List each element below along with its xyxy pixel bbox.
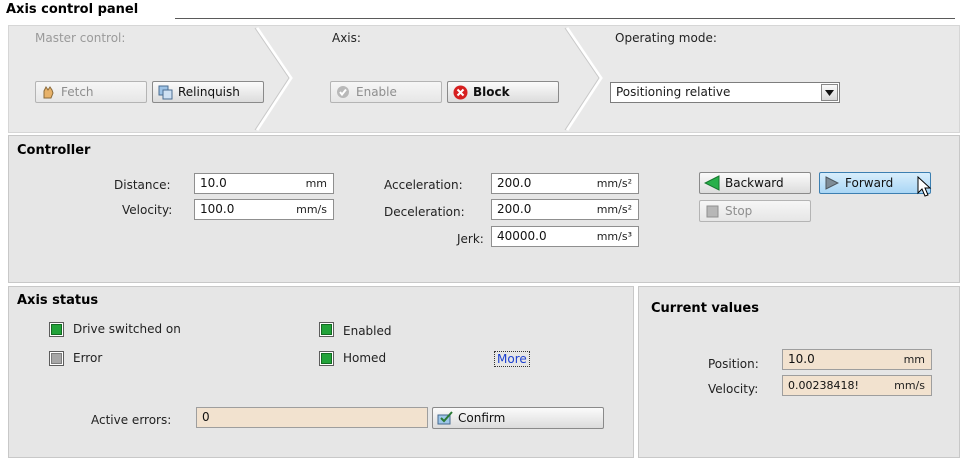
velocity-unit: mm/s <box>296 203 327 216</box>
check-icon <box>335 84 351 100</box>
position-label: Position: <box>708 357 759 371</box>
controller-panel: Controller Distance: 10.0 mm Velocity: 1… <box>8 135 960 283</box>
distance-unit: mm <box>305 177 327 190</box>
active-errors-value: 0 <box>202 410 210 424</box>
drive-switched-on-label: Drive switched on <box>73 322 181 336</box>
axis-label: Axis: <box>332 31 361 45</box>
fetch-label: Fetch <box>61 85 94 99</box>
relinquish-label: Relinquish <box>178 85 240 99</box>
forward-button[interactable]: Forward <box>819 172 931 194</box>
homed-label: Homed <box>343 351 387 365</box>
error-label: Error <box>73 351 103 365</box>
acceleration-unit: mm/s² <box>596 177 632 190</box>
backward-button[interactable]: Backward <box>699 172 811 194</box>
current-values-panel: Current values Position: 10.0 mm Velocit… <box>638 286 960 458</box>
more-link[interactable]: More <box>494 351 530 367</box>
current-velocity-value: 0.00238418! <box>788 379 859 392</box>
drive-switched-on-lamp <box>49 322 64 337</box>
acceleration-label: Acceleration: <box>384 178 463 192</box>
chevron-down-icon[interactable] <box>821 84 838 101</box>
deceleration-unit: mm/s² <box>596 203 632 216</box>
confirm-icon <box>437 410 453 426</box>
velocity-field[interactable]: 100.0 mm/s <box>194 199 334 220</box>
current-velocity-label: Velocity: <box>708 382 759 396</box>
confirm-button[interactable]: Confirm <box>432 407 604 429</box>
stop-button[interactable]: Stop <box>699 200 811 222</box>
acceleration-value: 200.0 <box>497 176 532 190</box>
jerk-field[interactable]: 40000.0 mm/s³ <box>491 226 639 247</box>
controller-heading: Controller <box>17 143 91 158</box>
mouse-cursor-icon <box>917 176 932 197</box>
fetch-button[interactable]: Fetch <box>35 81 147 103</box>
deceleration-field[interactable]: 200.0 mm/s² <box>491 199 639 220</box>
enabled-label: Enabled <box>343 324 392 338</box>
active-errors-label: Active errors: <box>91 413 172 427</box>
velocity-value: 100.0 <box>200 202 235 216</box>
relinquish-icon <box>157 84 173 100</box>
axis-status-heading: Axis status <box>17 293 99 308</box>
jerk-label: Jerk: <box>457 232 484 246</box>
axis-status-panel: Axis status Drive switched on Error Enab… <box>8 286 634 458</box>
arrow-right-icon <box>824 175 840 191</box>
current-velocity-field: 0.00238418! mm/s <box>782 375 932 396</box>
stop-icon <box>704 203 720 219</box>
block-label: Block <box>473 85 510 99</box>
stop-label: Stop <box>725 204 753 218</box>
control-toolbar-panel: Master control: Fetch Relinquish Axis: E… <box>8 25 960 133</box>
current-velocity-unit: mm/s <box>894 379 925 392</box>
velocity-label: Velocity: <box>122 203 173 217</box>
operating-mode-value: Positioning relative <box>616 85 731 99</box>
jerk-value: 40000.0 <box>497 229 547 243</box>
relinquish-button[interactable]: Relinquish <box>152 81 264 103</box>
master-control-label: Master control: <box>35 31 126 45</box>
deceleration-label: Deceleration: <box>384 205 465 219</box>
jerk-unit: mm/s³ <box>596 230 632 243</box>
current-values-heading: Current values <box>651 301 759 316</box>
block-icon <box>452 84 468 100</box>
acceleration-field[interactable]: 200.0 mm/s² <box>491 173 639 194</box>
distance-label: Distance: <box>114 178 171 192</box>
enable-label: Enable <box>356 85 397 99</box>
position-field: 10.0 mm <box>782 349 932 370</box>
active-errors-field: 0 <box>196 407 428 428</box>
deceleration-value: 200.0 <box>497 202 532 216</box>
section-chevrons <box>254 27 603 131</box>
title-divider <box>175 18 955 19</box>
position-unit: mm <box>903 353 925 366</box>
page-title: Axis control panel <box>6 2 145 17</box>
distance-field[interactable]: 10.0 mm <box>194 173 334 194</box>
error-lamp <box>49 351 64 366</box>
position-value: 10.0 <box>788 352 815 366</box>
homed-lamp <box>319 351 334 366</box>
enabled-lamp <box>319 322 334 337</box>
backward-label: Backward <box>725 176 784 190</box>
enable-button[interactable]: Enable <box>330 81 442 103</box>
confirm-label: Confirm <box>458 411 506 425</box>
hand-icon <box>40 84 56 100</box>
distance-value: 10.0 <box>200 176 227 190</box>
operating-mode-select[interactable]: Positioning relative <box>610 82 840 103</box>
arrow-left-icon <box>704 175 720 191</box>
operating-mode-label: Operating mode: <box>615 31 717 45</box>
forward-label: Forward <box>845 176 894 190</box>
block-button[interactable]: Block <box>447 81 559 103</box>
